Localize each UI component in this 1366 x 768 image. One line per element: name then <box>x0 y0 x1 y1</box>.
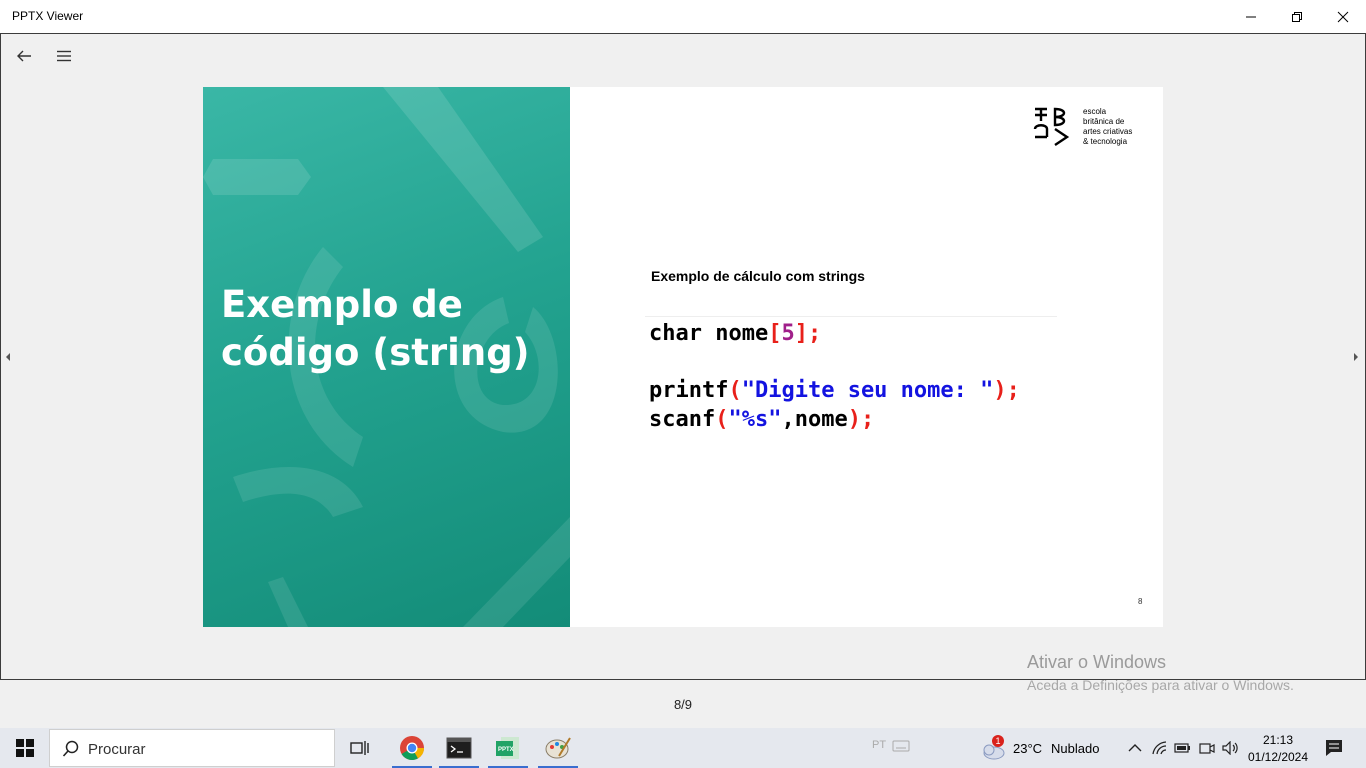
camera-icon[interactable] <box>1199 741 1215 755</box>
slide-title-line1: Exemplo de <box>221 283 463 326</box>
code-line: char nome[5]; <box>649 321 821 346</box>
code-token: ( <box>728 378 742 403</box>
windows-logo-icon <box>16 739 34 757</box>
clock-date: 01/12/2024 <box>1247 750 1309 764</box>
slide-title: Exemplo de código (string) <box>221 281 561 377</box>
hamburger-icon <box>57 50 71 62</box>
minimize-button[interactable] <box>1228 0 1274 33</box>
school-logo-icon <box>1033 107 1070 146</box>
clock-time: 21:13 <box>1262 733 1294 747</box>
code-token: ); <box>993 378 1020 403</box>
next-slide-button[interactable] <box>1352 350 1362 364</box>
code-token: ]; <box>794 321 822 346</box>
code-token: nome <box>701 321 769 346</box>
title-bar: PPTX Viewer <box>0 0 1366 33</box>
code-token: [ <box>768 321 782 346</box>
task-view-button[interactable] <box>337 728 383 768</box>
back-arrow-icon <box>17 50 31 62</box>
keyboard-icon[interactable] <box>892 739 910 753</box>
battery-icon[interactable] <box>1174 741 1192 755</box>
slide-title-line2: código (string) <box>221 331 530 374</box>
task-view-icon <box>350 741 369 755</box>
weather-temperature[interactable]: 23°C <box>1013 741 1042 756</box>
code-token: ( <box>715 407 729 432</box>
code-block: char nome[5]; printf("Digite seu nome: "… <box>645 316 1057 452</box>
code-token: ); <box>847 407 875 432</box>
code-token: 5 <box>781 321 795 346</box>
code-token: printf <box>649 378 729 403</box>
weather-badge: 1 <box>992 735 1004 747</box>
wifi-icon[interactable] <box>1152 741 1168 755</box>
code-token: ,nome <box>781 407 848 432</box>
slide-page-number: 8 <box>1138 597 1143 606</box>
restore-button[interactable] <box>1274 0 1320 33</box>
previous-slide-button[interactable] <box>4 350 14 364</box>
close-button[interactable] <box>1320 0 1366 33</box>
chrome-icon <box>400 736 424 761</box>
slide: Exemplo de código (string) escola britân… <box>203 87 1163 627</box>
weather-widget-icon[interactable]: 1 <box>980 735 1006 761</box>
search-placeholder: Procurar <box>88 741 146 758</box>
start-button[interactable] <box>2 728 48 768</box>
back-button[interactable] <box>9 41 39 71</box>
minimize-icon <box>1246 16 1256 17</box>
slide-counter: 8/9 <box>673 697 693 712</box>
notifications-icon[interactable] <box>1325 739 1343 757</box>
logo-text: escola britânica de artes criativas & te… <box>1083 107 1132 147</box>
code-token: scanf <box>649 407 716 432</box>
slide-subtitle: Exemplo de cálculo com strings <box>651 268 865 284</box>
logo-text-line: escola <box>1083 107 1107 116</box>
svg-text:PPTX: PPTX <box>498 747 514 753</box>
taskbar-terminal[interactable] <box>436 728 482 768</box>
code-token: char <box>649 321 702 346</box>
logo-text-line: britânica de <box>1083 117 1125 126</box>
code-line: scanf("%s",nome); <box>649 407 874 432</box>
paint-palette-icon <box>545 737 571 759</box>
caret-right-icon <box>1354 353 1358 361</box>
code-token: "Digite seu nome: " <box>741 378 994 403</box>
taskbar-search[interactable]: Procurar <box>49 729 335 767</box>
restore-icon <box>1292 11 1302 22</box>
pptx-viewer-icon: PPTX <box>496 737 519 759</box>
close-icon <box>1337 11 1349 22</box>
taskbar-chrome[interactable] <box>389 728 435 768</box>
volume-icon[interactable] <box>1222 741 1240 755</box>
clock[interactable]: 21:13 01/12/2024 <box>1246 730 1310 768</box>
terminal-icon <box>446 737 472 759</box>
search-icon <box>62 740 79 757</box>
menu-button[interactable] <box>49 41 79 71</box>
chevron-up-icon[interactable] <box>1128 743 1142 753</box>
activation-watermark-text: Aceda a Definições para ativar o Windows… <box>1027 677 1294 693</box>
caret-left-icon <box>6 353 10 361</box>
activation-watermark-title: Ativar o Windows <box>1027 652 1167 672</box>
taskbar-paint[interactable] <box>535 728 581 768</box>
window-title: PPTX Viewer <box>12 9 84 23</box>
slide-title-panel: Exemplo de código (string) <box>203 87 570 627</box>
logo-text-line: & tecnologia <box>1083 137 1128 146</box>
weather-description[interactable]: Nublado <box>1051 741 1099 756</box>
input-language[interactable]: PT <box>872 739 886 751</box>
taskbar-pptx-viewer[interactable]: PPTX <box>485 728 531 768</box>
logo-text-line: artes criativas <box>1083 127 1133 136</box>
code-token: "%s" <box>728 407 782 432</box>
code-line: printf("Digite seu nome: "); <box>649 378 1020 403</box>
